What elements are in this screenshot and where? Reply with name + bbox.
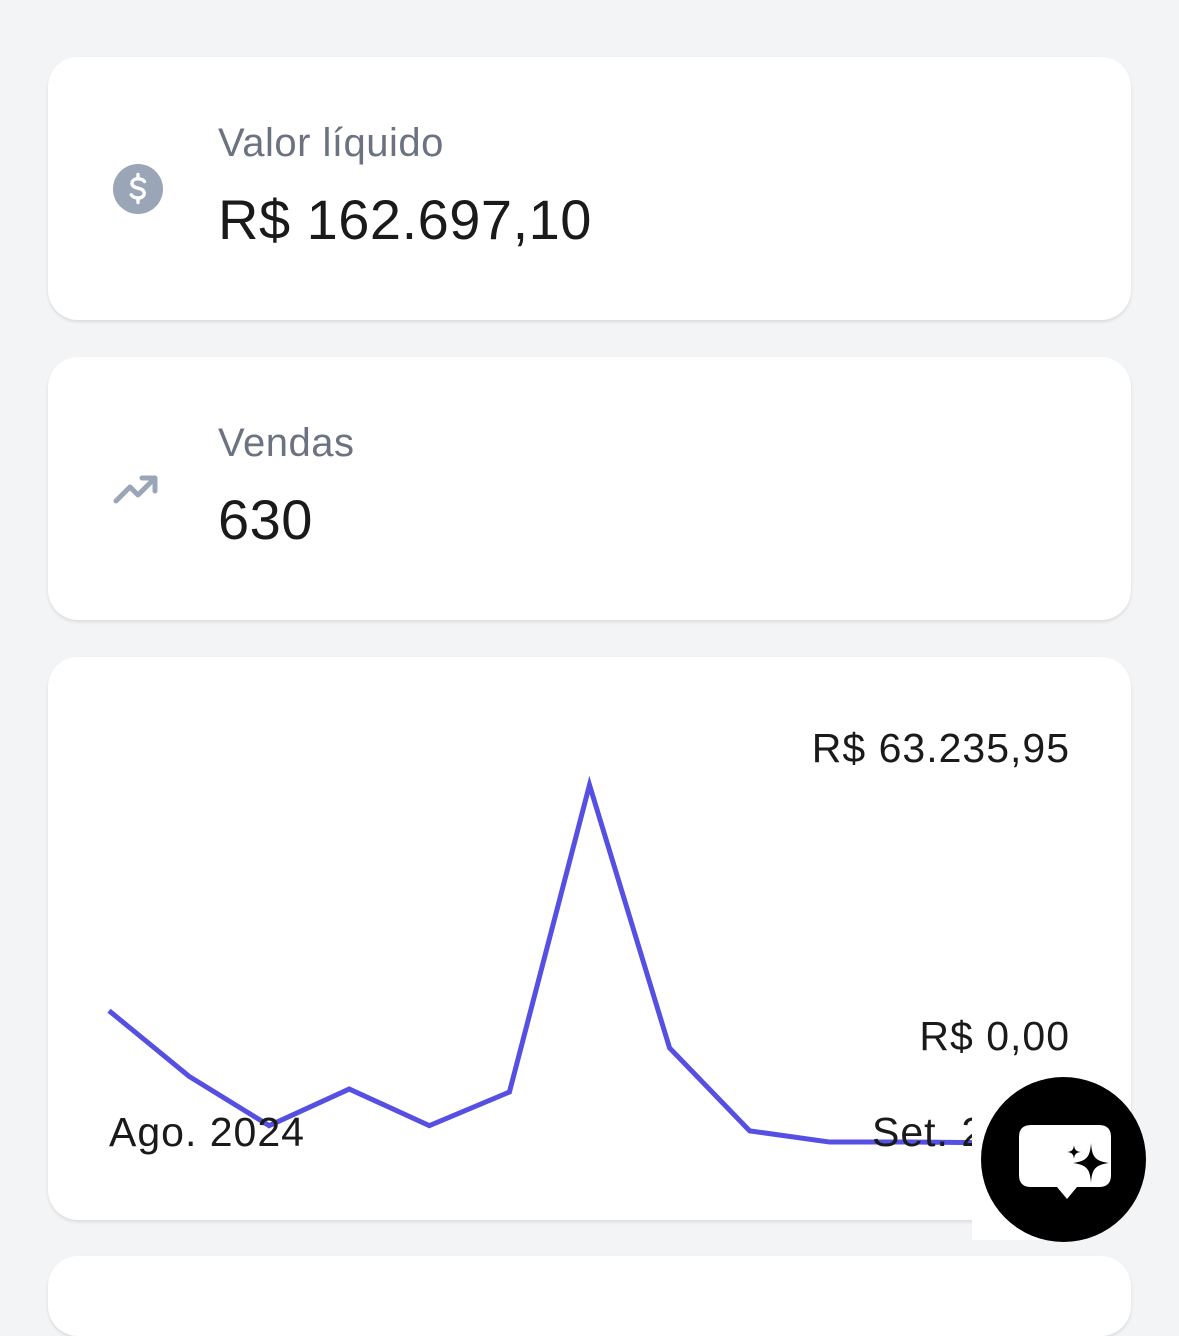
net-value-amount: R$ 162.697,10 (218, 187, 592, 252)
revenue-chart-card: R$ 63.235,95 R$ 0,00 Ago. 2024 Set. 2 (48, 657, 1131, 1220)
chart-min-label: R$ 0,00 (919, 1013, 1070, 1060)
sales-card: Vendas 630 (48, 357, 1131, 620)
net-value-label: Valor líquido (218, 121, 444, 166)
trending-up-icon (110, 461, 166, 517)
sales-count: 630 (218, 487, 313, 552)
next-card (48, 1256, 1131, 1336)
chart-max-label: R$ 63.235,95 (812, 725, 1070, 772)
chart-start-date-label: Ago. 2024 (109, 1109, 305, 1156)
ai-chat-sparkle-icon (981, 1077, 1146, 1242)
net-value-card: Valor líquido R$ 162.697,10 (48, 57, 1131, 320)
dollar-circle-icon (110, 161, 166, 217)
chart-end-date-label: Set. 2 (872, 1109, 985, 1156)
sales-label: Vendas (218, 421, 354, 466)
revenue-series-line (109, 785, 1070, 1143)
ai-chat-button[interactable] (981, 1077, 1146, 1242)
